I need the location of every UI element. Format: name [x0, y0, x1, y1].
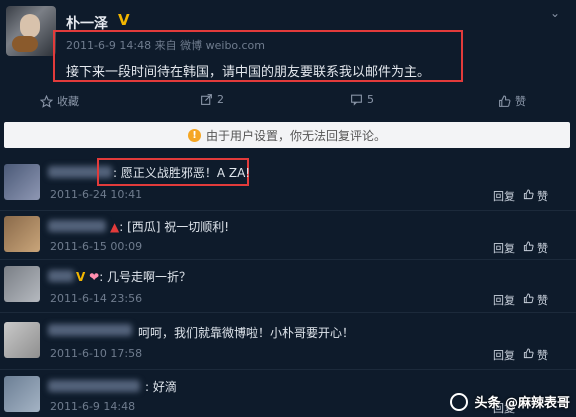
comment-text: : 愿正义战胜邪恶！A ZA! — [113, 166, 251, 180]
watermark-text: 头条 @麻辣表哥 — [474, 396, 570, 411]
comment-button[interactable]: 5 — [350, 93, 374, 106]
comment-item: ▲: [西瓜] 祝一切顺利! 2011-6-15 00:09 回复 赞 — [0, 212, 576, 258]
repost-count: 2 — [217, 93, 224, 106]
comment-time[interactable]: 2011-6-14 23:56 — [50, 292, 142, 305]
comment-like-button[interactable]: 赞 — [523, 240, 548, 256]
reply-disabled-notice: ! 由于用户设置，你无法回复评论。 — [4, 122, 570, 148]
watermark: 头条 @麻辣表哥 — [450, 392, 570, 411]
comment-item: 呵呵，我们就靠微博啦！小朴哥要开心！ 2011-6-10 17:58 回复 赞 — [0, 316, 576, 366]
commenter-name-blurred[interactable] — [48, 220, 106, 232]
comment-like-label: 赞 — [537, 242, 548, 255]
comment-like-button[interactable]: 赞 — [523, 292, 548, 308]
avatar-guitar — [12, 36, 38, 52]
comment-like-label: 赞 — [537, 294, 548, 307]
commenter-avatar[interactable] — [4, 376, 40, 412]
commenter-name-blurred[interactable] — [48, 380, 140, 392]
thumbs-up-icon — [523, 293, 534, 307]
comment-text: : 好滴 — [145, 380, 177, 394]
divider — [0, 312, 576, 313]
repost-button[interactable]: 2 — [200, 93, 224, 106]
comment-count: 5 — [367, 93, 374, 106]
comment-like-button[interactable]: 赞 — [523, 347, 548, 363]
commenter-name-blurred[interactable] — [48, 270, 74, 282]
comment-text: V ❤: 几号走啊一折？ — [76, 268, 191, 285]
toutiao-logo-icon — [450, 392, 469, 411]
comment-text-body: : 几号走啊一折？ — [99, 270, 192, 284]
thumbs-up-icon — [523, 189, 534, 203]
verified-badge-icon: V — [118, 11, 130, 29]
like-label: 赞 — [515, 95, 526, 108]
post-meta: 2011-6-9 14:48 来自 微博 weibo.com — [66, 37, 265, 53]
post-timestamp[interactable]: 2011-6-9 14:48 — [66, 39, 151, 52]
verified-badge-icon: V — [76, 270, 86, 284]
warning-icon: ! — [187, 128, 201, 142]
commenter-avatar[interactable] — [4, 216, 40, 252]
comment-like-label: 赞 — [537, 190, 548, 203]
divider — [0, 259, 576, 260]
comment-reply-button[interactable]: 回复 — [493, 240, 515, 256]
heart-icon: ❤ — [89, 270, 100, 284]
comment-like-button[interactable]: 赞 — [523, 188, 548, 204]
commenter-avatar[interactable] — [4, 322, 40, 358]
divider — [0, 210, 576, 211]
comment-item: V ❤: 几号走啊一折？ 2011-6-14 23:56 回复 赞 — [0, 262, 576, 310]
favorite-label: 收藏 — [57, 95, 79, 108]
avatar-face — [20, 14, 40, 38]
chevron-down-icon[interactable]: ⌄ — [550, 6, 560, 20]
comment-reply-button[interactable]: 回复 — [493, 292, 515, 308]
notice-text: 由于用户设置，你无法回复评论。 — [205, 128, 386, 143]
comment-icon — [350, 93, 363, 106]
comment-text: ▲: [西瓜] 祝一切顺利! — [110, 220, 230, 234]
like-button[interactable]: 赞 — [498, 93, 526, 109]
share-icon — [200, 93, 213, 106]
favorite-button[interactable]: 收藏 — [40, 93, 79, 109]
flame-icon: ▲ — [110, 220, 120, 234]
comment-text-body: [西瓜] 祝一切顺利! — [127, 220, 230, 234]
star-icon — [40, 94, 53, 108]
comment-time[interactable]: 2011-6-10 17:58 — [50, 347, 142, 360]
comment-time[interactable]: 2011-6-24 10:41 — [50, 188, 142, 201]
comment-text: 呵呵，我们就靠微博啦！小朴哥要开心！ — [138, 326, 355, 340]
thumbs-up-icon — [498, 95, 511, 108]
commenter-avatar[interactable] — [4, 266, 40, 302]
comment-time[interactable]: 2011-6-9 14:48 — [50, 400, 135, 413]
comment-like-label: 赞 — [537, 349, 548, 362]
comment-reply-button[interactable]: 回复 — [493, 347, 515, 363]
post-text: 接下来一段时间待在韩国，请中国的朋友要联系我以邮件为主。 — [66, 65, 431, 80]
comment-item: : 愿正义战胜邪恶！A ZA! 2011-6-24 10:41 回复 赞 — [0, 158, 576, 208]
post-action-bar: 收藏 2 5 赞 — [0, 93, 576, 113]
post-author-avatar[interactable] — [6, 6, 56, 56]
post-source[interactable]: 来自 微博 weibo.com — [155, 39, 265, 52]
comment-reply-button[interactable]: 回复 — [493, 188, 515, 204]
thumbs-up-icon — [523, 241, 534, 255]
commenter-avatar[interactable] — [4, 164, 40, 200]
thumbs-up-icon — [523, 348, 534, 362]
commenter-name-blurred[interactable] — [48, 324, 132, 336]
divider — [0, 369, 576, 370]
comment-time[interactable]: 2011-6-15 00:09 — [50, 240, 142, 253]
